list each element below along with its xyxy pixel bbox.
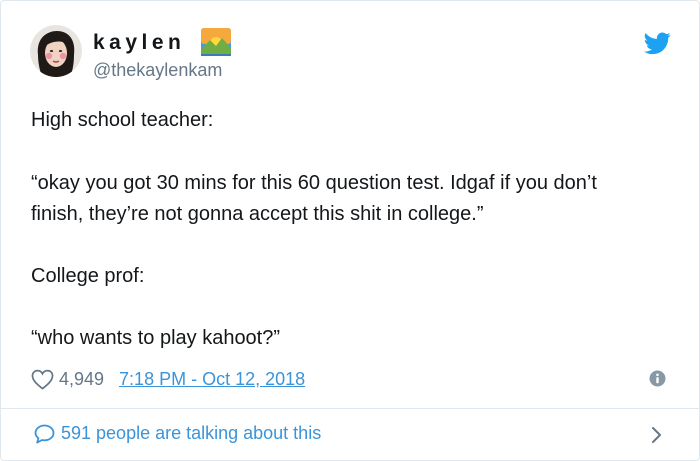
twitter-bird-icon[interactable]	[644, 32, 671, 55]
sunrise-emoji-icon	[201, 28, 231, 56]
heart-icon[interactable]	[31, 369, 54, 390]
tweet-text-line: College prof:	[31, 265, 145, 287]
reply-bubble-icon	[34, 424, 55, 444]
tweet-timestamp-link[interactable]: 7:18 PM - Oct 12, 2018	[119, 369, 305, 390]
chevron-right-icon	[650, 425, 664, 445]
tweet-card: kaylen @thekaylenkam High school teacher…	[0, 0, 700, 461]
tweet-text-line: High school teacher:	[31, 109, 214, 131]
conversation-link[interactable]: 591 people are talking about this	[1, 409, 699, 460]
like-count[interactable]: 4,949	[59, 369, 104, 390]
tweet-meta-row: 4,949 7:18 PM - Oct 12, 2018	[31, 366, 305, 392]
author-display-name[interactable]: kaylen	[93, 31, 185, 55]
tweet-text-line: finish, they’re not gonna accept this sh…	[31, 203, 484, 225]
avatar[interactable]	[30, 25, 82, 77]
tweet-text-line: “okay you got 30 mins for this 60 questi…	[31, 172, 597, 194]
tweet-text-line: “who wants to play kahoot?”	[31, 327, 281, 349]
author-handle[interactable]: @thekaylenkam	[93, 60, 222, 81]
talking-about-text: 591 people are talking about this	[61, 423, 322, 443]
info-icon[interactable]	[649, 370, 666, 387]
